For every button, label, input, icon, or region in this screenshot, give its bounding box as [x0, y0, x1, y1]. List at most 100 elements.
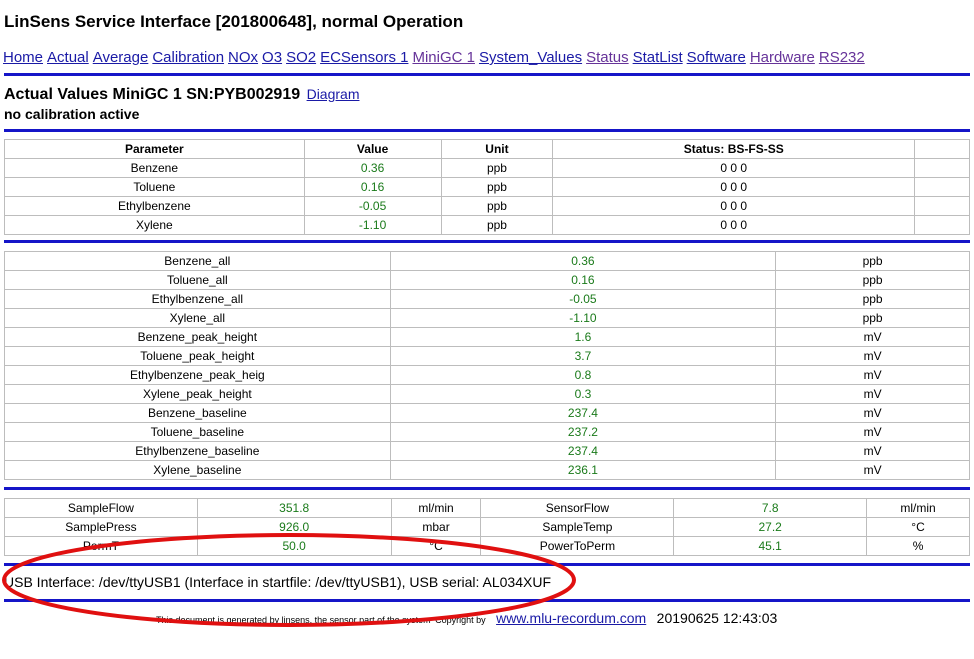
divider: [4, 599, 970, 602]
detail-value: -0.05: [389, 289, 777, 309]
detail-name: Xylene_baseline: [4, 460, 391, 480]
detail-values-table: Benzene_all 0.36 ppb Toluene_all 0.16 ppb Ethy…: [4, 251, 970, 480]
nav-system-values[interactable]: System_Values: [479, 49, 582, 66]
detail-value: 0.3: [389, 384, 777, 404]
table-row: Toluene_baseline 237.2 mV: [4, 422, 970, 442]
table-row: Benzene_baseline 237.4 mV: [4, 403, 970, 423]
section-heading: Actual Values MiniGC 1 SN:PYB002919 Diag…: [4, 86, 359, 104]
nav-bar: Home Actual Average Calibration NOx O3 SO2 ECSe…: [3, 49, 869, 66]
system-name: SampleFlow: [4, 498, 198, 518]
detail-unit: mV: [775, 384, 970, 404]
divider: [4, 73, 970, 76]
footer-timestamp: 20190625 12:43:03: [656, 610, 778, 626]
table-row: Xylene_peak_height 0.3 mV: [4, 384, 970, 404]
footer-website-link[interactable]: www.mlu-recordum.com: [496, 610, 646, 626]
system-unit: mbar: [390, 517, 482, 537]
diagram-link[interactable]: Diagram: [307, 86, 360, 102]
detail-name: Toluene_all: [4, 270, 391, 290]
divider: [4, 563, 970, 566]
calibration-status: no calibration active: [4, 106, 140, 122]
detail-unit: ppb: [775, 308, 970, 328]
system-unit: ml/min: [390, 498, 482, 518]
table-row: Xylene_all -1.10 ppb: [4, 308, 970, 328]
param-value: -1.10: [303, 215, 442, 235]
system-value: 351.8: [196, 498, 392, 518]
param-name: Toluene: [4, 177, 305, 197]
param-unit: ppb: [440, 158, 554, 178]
table-row: Benzene 0.36 ppb 0 0 0: [4, 158, 970, 178]
system-value: 926.0: [196, 517, 392, 537]
system-unit: %: [866, 536, 970, 556]
detail-value: 0.36: [389, 251, 777, 271]
detail-name: Xylene_peak_height: [4, 384, 391, 404]
param-extra: [914, 177, 970, 197]
divider: [4, 129, 970, 132]
actual-values-table: Parameter Value Unit Status: BS-FS-SS Be…: [4, 139, 970, 235]
system-unit: °C: [866, 517, 970, 537]
table-row: SampleFlow 351.8 ml/min SensorFlow 7.8 ml/min: [4, 498, 970, 518]
nav-minigc[interactable]: MiniGC 1: [412, 49, 475, 66]
system-unit: °C: [390, 536, 482, 556]
param-value: 0.36: [303, 158, 442, 178]
detail-name: Toluene_peak_height: [4, 346, 391, 366]
detail-name: Xylene_all: [4, 308, 391, 328]
divider: [4, 240, 970, 243]
nav-so2[interactable]: SO2: [286, 49, 316, 66]
param-extra: [914, 158, 970, 178]
param-value: -0.05: [303, 196, 442, 216]
system-values-table: SampleFlow 351.8 ml/min SensorFlow 7.8 ml/min…: [4, 498, 970, 556]
table-row: Benzene_all 0.36 ppb: [4, 251, 970, 271]
system-value: 7.8: [673, 498, 868, 518]
detail-unit: mV: [775, 346, 970, 366]
system-value: 50.0: [196, 536, 392, 556]
detail-value: 237.4: [389, 403, 777, 423]
nav-statlist[interactable]: StatList: [633, 49, 683, 66]
footer-copyright: Copyright by: [435, 615, 486, 625]
table-row: Xylene -1.10 ppb 0 0 0: [4, 215, 970, 235]
detail-name: Ethylbenzene_peak_heig: [4, 365, 391, 385]
table-row: Toluene_all 0.16 ppb: [4, 270, 970, 290]
param-extra: [914, 215, 970, 235]
nav-hardware[interactable]: Hardware: [750, 49, 815, 66]
usb-interface-info: USB Interface: /dev/ttyUSB1 (Interface i…: [4, 574, 552, 590]
param-extra: [914, 196, 970, 216]
param-name: Ethylbenzene: [4, 196, 305, 216]
nav-calibration[interactable]: Calibration: [152, 49, 224, 66]
nav-software[interactable]: Software: [687, 49, 746, 66]
detail-name: Ethylbenzene_baseline: [4, 441, 391, 461]
detail-unit: mV: [775, 460, 970, 480]
system-name: SampleTemp: [480, 517, 675, 537]
nav-actual[interactable]: Actual: [47, 49, 89, 66]
detail-value: 3.7: [389, 346, 777, 366]
nav-status[interactable]: Status: [586, 49, 629, 66]
nav-o3[interactable]: O3: [262, 49, 282, 66]
nav-nox[interactable]: NOx: [228, 49, 258, 66]
param-status: 0 0 0: [552, 177, 916, 197]
param-unit: ppb: [440, 196, 554, 216]
param-value: 0.16: [303, 177, 442, 197]
detail-value: 0.8: [389, 365, 777, 385]
detail-name: Ethylbenzene_all: [4, 289, 391, 309]
param-name: Xylene: [4, 215, 305, 235]
detail-unit: mV: [775, 422, 970, 442]
col-status: Status: BS-FS-SS: [552, 139, 916, 159]
table-row: Toluene_peak_height 3.7 mV: [4, 346, 970, 366]
nav-rs232[interactable]: RS232: [819, 49, 865, 66]
table-row: Ethylbenzene_peak_heig 0.8 mV: [4, 365, 970, 385]
nav-home[interactable]: Home: [3, 49, 43, 66]
detail-value: -1.10: [389, 308, 777, 328]
system-unit: ml/min: [866, 498, 970, 518]
detail-unit: mV: [775, 327, 970, 347]
nav-ecsensors[interactable]: ECSensors 1: [320, 49, 408, 66]
detail-value: 236.1: [389, 460, 777, 480]
param-status: 0 0 0: [552, 158, 916, 178]
param-unit: ppb: [440, 215, 554, 235]
col-parameter: Parameter: [4, 139, 305, 159]
system-value: 45.1: [673, 536, 868, 556]
nav-average[interactable]: Average: [93, 49, 149, 66]
table-row: Ethylbenzene_baseline 237.4 mV: [4, 441, 970, 461]
detail-unit: ppb: [775, 270, 970, 290]
system-name: PowerToPerm: [480, 536, 675, 556]
table-row: SamplePress 926.0 mbar SampleTemp 27.2 °C: [4, 517, 970, 537]
table-row: Xylene_baseline 236.1 mV: [4, 460, 970, 480]
